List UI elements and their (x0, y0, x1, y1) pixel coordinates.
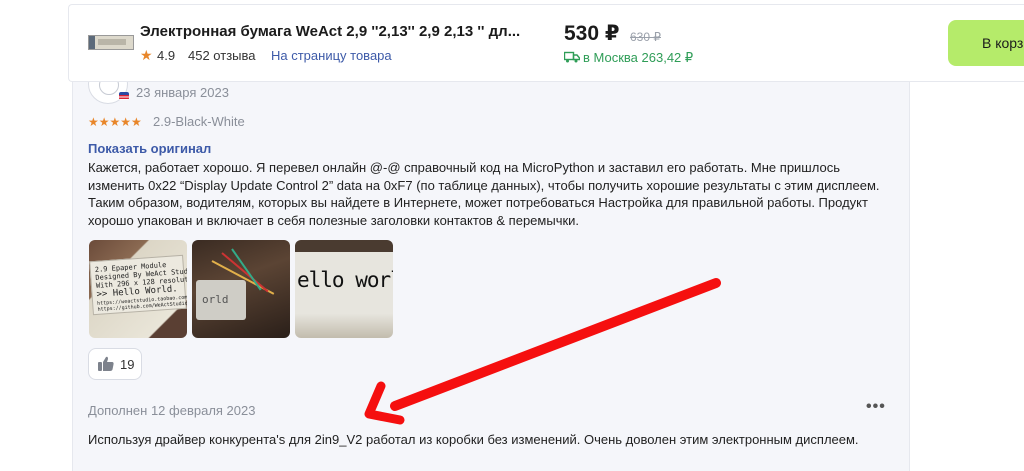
product-thumbnail[interactable] (86, 18, 134, 66)
review-photo-2[interactable]: orld (192, 240, 290, 338)
added-review-text: Используя драйвер конкурента's для 2in9_… (88, 432, 859, 447)
more-icon[interactable]: ••• (866, 398, 886, 416)
add-to-cart-button[interactable]: В корз (948, 20, 1024, 66)
add-to-cart-label: В корз (982, 35, 1024, 51)
epaper-board: orld (196, 280, 246, 320)
truck-icon (564, 51, 580, 63)
show-original-link[interactable]: Показать оригинал (88, 141, 211, 156)
product-title[interactable]: Электронная бумага WeAct 2,9 ''2,13'' 2,… (140, 23, 520, 40)
flag-icon (119, 92, 129, 100)
old-price: 630 ₽ (630, 30, 661, 44)
product-variant: 2.9-Black-White (153, 114, 245, 129)
like-button[interactable]: 19 (88, 348, 142, 380)
delivery-info: в Москва 263,42 ₽ (583, 50, 694, 65)
added-date: Дополнен 12 февраля 2023 (88, 403, 256, 418)
review-text: Кажется, работает хорошо. Я перевел онла… (88, 160, 880, 228)
photo-caption: orld (202, 293, 229, 306)
sticky-product-header (68, 4, 1024, 82)
photo-caption: ello world (297, 268, 393, 292)
product-page-link[interactable]: На страницу товара (271, 48, 392, 63)
thumbs-up-icon (98, 356, 114, 371)
like-count: 19 (120, 357, 135, 372)
review-photo-1[interactable]: 2.9 Epaper Module Designed By WeAct Stud… (89, 240, 187, 338)
epaper-screen: 2.9 Epaper Module Designed By WeAct Stud… (89, 254, 187, 316)
reviews-count: 452 отзыва (188, 48, 256, 63)
review-date: 23 января 2023 (136, 85, 229, 100)
rating-value: 4.9 (157, 48, 176, 63)
review-photo-3[interactable]: ello world (295, 240, 393, 338)
star-icon: ★ (140, 47, 153, 63)
product-image (88, 35, 134, 50)
review-stars: ★★★★★ (88, 115, 142, 129)
price: 530 ₽ (564, 22, 620, 45)
